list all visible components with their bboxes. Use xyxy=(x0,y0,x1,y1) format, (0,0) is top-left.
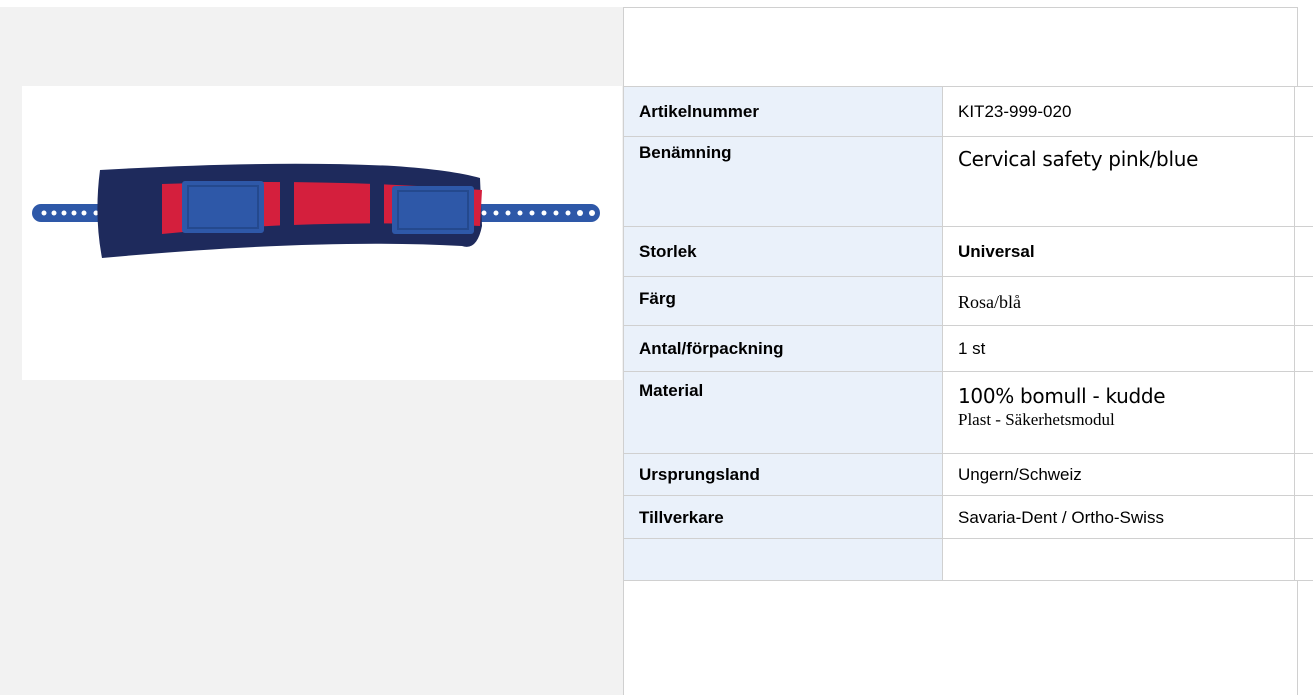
spec-value: KIT23-999-020 xyxy=(958,102,1072,121)
cervical-safety-strap-image xyxy=(32,163,600,258)
spec-value: Savaria-Dent / Ortho-Swiss xyxy=(958,508,1164,527)
spec-value: Universal xyxy=(958,242,1035,261)
spec-value: Ungern/Schweiz xyxy=(958,465,1082,484)
spec-value: 100% bomull - kudde xyxy=(958,384,1166,408)
spec-row-antal: Antal/förpackning 1 st xyxy=(623,325,1313,372)
spec-label: Antal/förpackning xyxy=(639,339,784,358)
right-buckle xyxy=(392,186,474,234)
pillow-loop xyxy=(370,166,384,238)
product-photo xyxy=(22,86,622,380)
spec-row-empty xyxy=(623,538,1313,581)
spec-row-benamning: Benämning Cervical safety pink/blue xyxy=(623,136,1313,227)
pillow-loop xyxy=(280,166,294,240)
left-buckle xyxy=(182,181,264,233)
spec-label: Ursprungsland xyxy=(639,465,760,484)
spec-label: Tillverkare xyxy=(639,508,724,527)
spec-label: Färg xyxy=(639,289,676,308)
spec-label: Storlek xyxy=(639,242,697,261)
spec-row-material: Material 100% bomull - kudde Plast - Säk… xyxy=(623,371,1313,454)
spec-value: 1 st xyxy=(958,339,986,358)
spec-label: Benämning xyxy=(639,143,732,162)
spec-row-ursprungsland: Ursprungsland Ungern/Schweiz xyxy=(623,453,1313,496)
spec-label: Material xyxy=(639,381,704,400)
spec-table: Artikelnummer KIT23-999-020 Benämning Ce… xyxy=(623,86,1313,581)
spec-value: Cervical safety pink/blue xyxy=(958,147,1199,171)
spec-row-artikelnummer: Artikelnummer KIT23-999-020 xyxy=(623,86,1313,137)
spec-value-secondary: Plast - Säkerhetsmodul xyxy=(958,410,1115,429)
spec-row-tillverkare: Tillverkare Savaria-Dent / Ortho-Swiss xyxy=(623,495,1313,539)
spec-row-storlek: Storlek Universal xyxy=(623,226,1313,277)
spec-row-farg: Färg Rosa/blå xyxy=(623,276,1313,326)
spec-label: Artikelnummer xyxy=(639,102,759,121)
spec-value: Rosa/blå xyxy=(958,292,1021,312)
